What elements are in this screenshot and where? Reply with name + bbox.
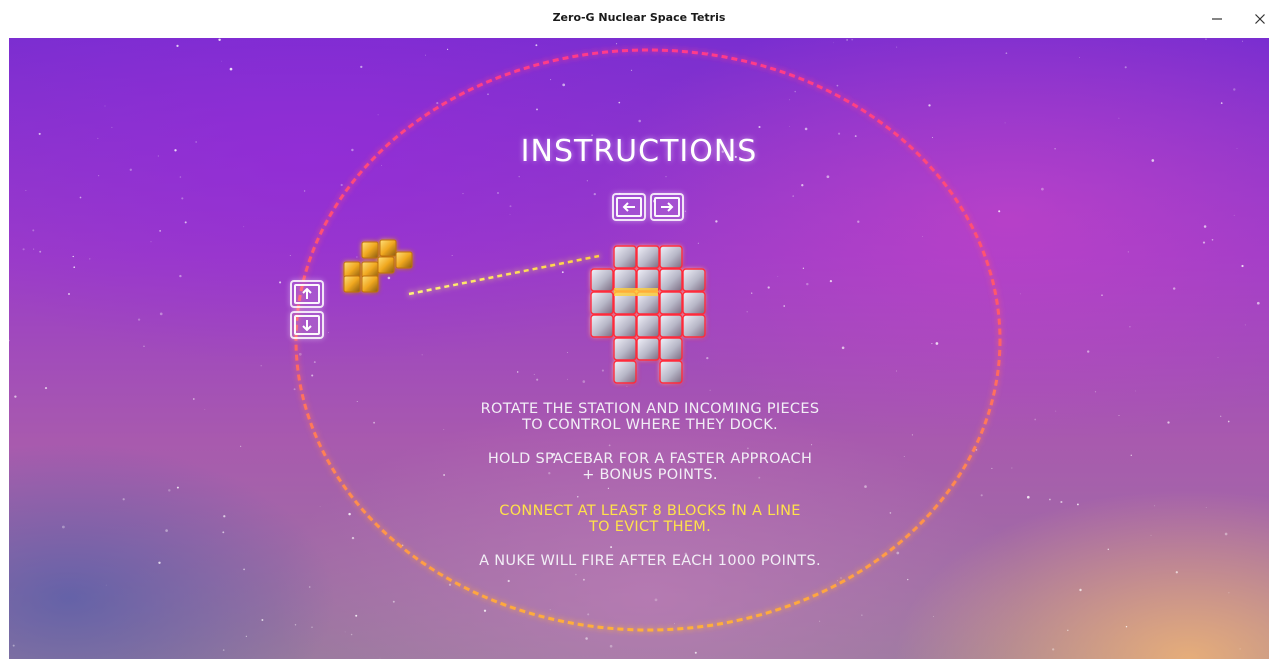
station-block	[590, 291, 614, 315]
station-block	[613, 268, 637, 292]
rotate-station-right-key	[650, 193, 684, 221]
station-block	[659, 245, 683, 269]
incoming-piece-block	[379, 239, 397, 257]
station-block	[682, 291, 706, 315]
instructions-heading: INSTRUCTIONS	[520, 134, 758, 169]
station-block	[682, 268, 706, 292]
instruction-rotate: ROTATE THE STATION AND INCOMING PIECES T…	[480, 401, 820, 433]
instruction-spacebar: HOLD SPACEBAR FOR A FASTER APPROACH + BO…	[487, 451, 813, 483]
station-block	[659, 268, 683, 292]
close-icon	[1255, 14, 1265, 24]
station-block	[613, 245, 637, 269]
station-block	[659, 314, 683, 338]
instruction-nuke: A NUKE WILL FIRE AFTER EACH 1000 POINTS.	[479, 553, 821, 569]
station-block	[613, 337, 637, 361]
minimize-button[interactable]	[1204, 6, 1230, 32]
rotate-piece-up-key	[290, 280, 324, 308]
incoming-piece-block	[361, 241, 379, 259]
incoming-piece-block	[361, 275, 379, 293]
station-block	[613, 360, 637, 384]
arrow-up-icon	[302, 288, 312, 299]
window-title: Zero-G Nuclear Space Tetris	[552, 11, 726, 24]
rotate-station-left-key	[612, 193, 646, 221]
station-block	[636, 337, 660, 361]
station-block	[613, 314, 637, 338]
close-button[interactable]	[1247, 6, 1273, 32]
minimize-icon	[1212, 18, 1222, 20]
station-block	[590, 268, 614, 292]
incoming-piece-block	[377, 256, 395, 274]
station-block	[659, 337, 683, 361]
station-block	[636, 314, 660, 338]
station-block	[682, 314, 706, 338]
arrow-right-icon	[661, 202, 674, 212]
rotate-piece-down-key	[290, 311, 324, 339]
window-titlebar: Zero-G Nuclear Space Tetris	[0, 0, 1278, 38]
incoming-piece-block	[343, 275, 361, 293]
game-viewport[interactable]: INSTRUCTIONS ROTATE THE STATION AND INCO…	[9, 38, 1269, 659]
station-block	[659, 360, 683, 384]
station-block	[659, 291, 683, 315]
station-block	[636, 268, 660, 292]
arrow-left-icon	[622, 202, 635, 212]
station-block	[590, 314, 614, 338]
docking-glow	[614, 288, 658, 296]
station-block	[636, 245, 660, 269]
arrow-down-icon	[302, 320, 312, 331]
instruction-connect: CONNECT AT LEAST 8 BLOCKS IN A LINE TO E…	[499, 503, 801, 535]
incoming-piece-block	[395, 251, 413, 269]
